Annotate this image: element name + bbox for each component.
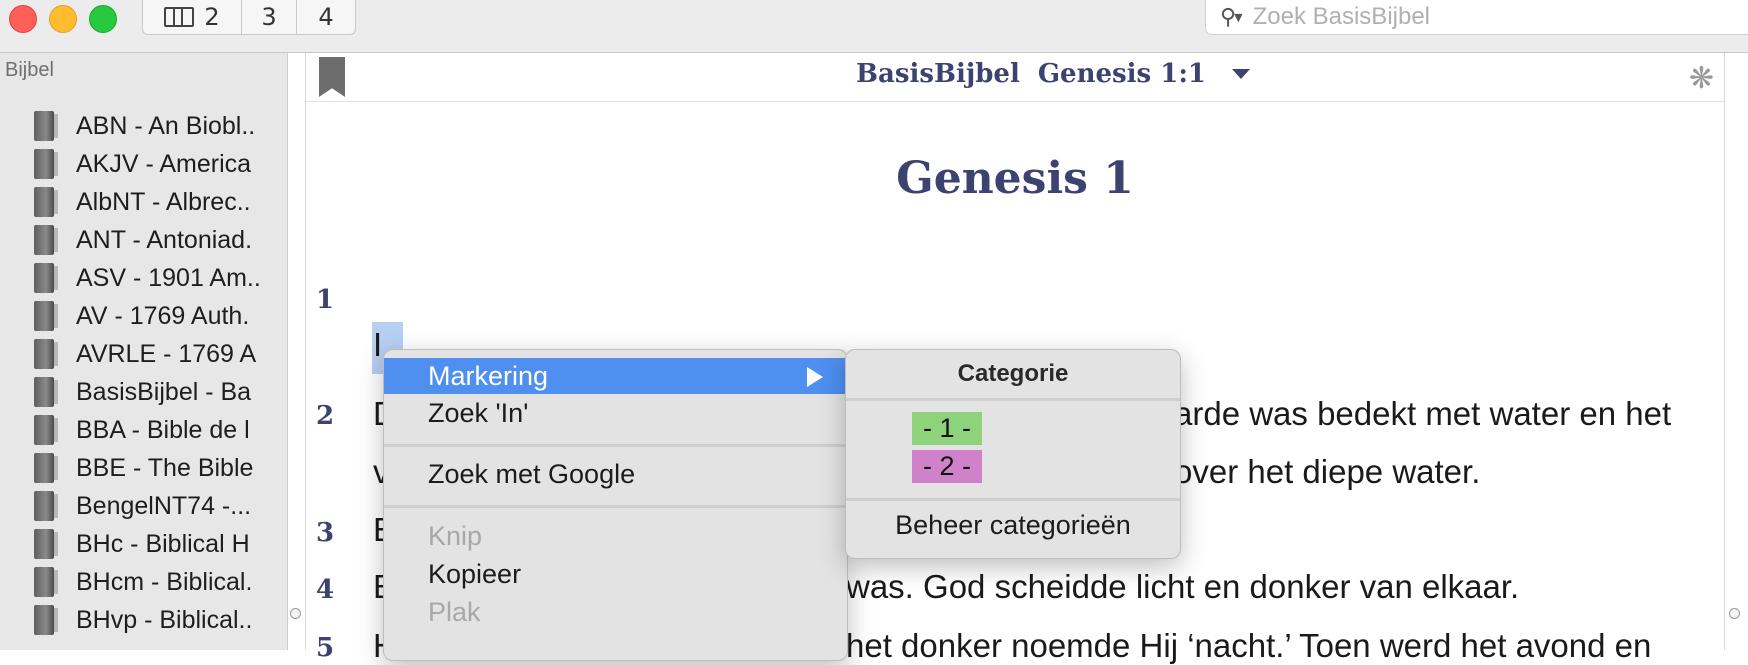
menu-item-label: Markering [428, 360, 549, 391]
menu-separator [384, 444, 847, 447]
module-label: AV - 1769 Auth. [76, 301, 250, 330]
submenu-header: Categorie [957, 360, 1069, 387]
menu-separator [384, 505, 847, 508]
pane-resize-handle[interactable] [1729, 608, 1740, 619]
module-label: AlbNT - Albrec.. [76, 187, 251, 216]
module-list: ABN - An Biobl.. AKJV - America AlbNT - … [0, 107, 270, 639]
book-icon [34, 225, 58, 255]
module-item[interactable]: BHc - Biblical H [0, 525, 270, 563]
verse-number: 1 [316, 285, 335, 315]
verse-text: was. God scheidde licht en donker van el… [846, 568, 1520, 605]
module-item[interactable]: AVRLE - 1769 A [0, 335, 270, 373]
menu-item-plak[interactable]: Plak [384, 594, 847, 630]
verse-number: 3 [316, 518, 335, 548]
book-icon [34, 453, 58, 483]
module-label: BHcm - Biblical. [76, 567, 253, 596]
book-icon [34, 377, 58, 407]
columns-icon [164, 7, 195, 27]
module-item[interactable]: BHcm - Biblical. [0, 563, 270, 601]
chevron-down-icon[interactable]: ▼ [1234, 11, 1242, 24]
loading-spinner-icon: ❋ [1688, 61, 1714, 96]
module-label: BBE - The Bible [76, 453, 254, 482]
module-item[interactable]: BBE - The Bible [0, 449, 270, 487]
module-item[interactable]: BasisBijbel - Ba [0, 373, 270, 411]
menu-item-kopieer[interactable]: Kopieer [384, 556, 847, 592]
title-bar: 2 3 4 ⚲ ▼ [0, 0, 1748, 53]
categorie-submenu: Categorie - 1 - - 2 - Beheer categorieën [845, 349, 1181, 559]
book-icon [34, 415, 58, 445]
two-columns-label: 2 [204, 3, 220, 31]
sidebar-header: Bijbel [5, 59, 54, 81]
book-icon [34, 149, 58, 179]
zoom-window-button[interactable] [89, 5, 117, 33]
module-item[interactable]: BengelNT74 -... [0, 487, 270, 525]
book-icon [34, 605, 58, 635]
menu-separator [846, 398, 1180, 401]
module-name: BasisBijbel [856, 59, 1020, 89]
column-count-selector: 2 3 4 [142, 0, 356, 35]
book-icon [34, 567, 58, 597]
module-label: BengelNT74 -... [76, 491, 252, 520]
close-window-button[interactable] [9, 5, 37, 33]
verse-number: 4 [316, 575, 335, 605]
minimize-window-button[interactable] [49, 5, 77, 33]
bookmark-icon[interactable] [319, 57, 345, 97]
reference-selector[interactable]: BasisBijbel Genesis 1:1 [856, 59, 1251, 89]
module-label: ABN - An Biobl.. [76, 111, 256, 140]
menu-item-zoek-google[interactable]: Zoek met Google [384, 456, 847, 492]
book-icon [34, 339, 58, 369]
manage-categories-item[interactable]: Beheer categorieën [846, 510, 1180, 541]
book-icon [34, 301, 58, 331]
verse-text: het donker noemde Hij ‘nacht.’ Toen werd… [846, 627, 1652, 664]
module-item[interactable]: ABN - An Biobl.. [0, 107, 270, 145]
verse-text: I [373, 326, 383, 363]
two-columns-button[interactable]: 2 [143, 0, 242, 34]
category-1-item[interactable]: - 1 - [912, 412, 982, 445]
sidebar: Bijbel ABN - An Biobl.. AKJV - America A… [0, 53, 288, 650]
book-icon [34, 111, 58, 141]
category-2-item[interactable]: - 2 - [912, 450, 982, 483]
chevron-down-icon [1232, 69, 1251, 79]
module-label: BasisBijbel - Ba [76, 377, 252, 406]
chapter-title: Genesis 1 [896, 153, 1134, 204]
module-label: ASV - 1901 Am.. [76, 263, 261, 292]
module-label: BHc - Biblical H [76, 529, 250, 558]
book-icon [34, 529, 58, 559]
module-item[interactable]: ASV - 1901 Am.. [0, 259, 270, 297]
search-input[interactable] [1252, 3, 1703, 31]
reference-label: Genesis 1:1 [1037, 59, 1207, 89]
verse-number: 2 [316, 401, 335, 431]
sidebar-resize-handle[interactable] [290, 608, 301, 619]
menu-separator [846, 498, 1180, 501]
verse-number: 5 [316, 633, 335, 663]
menu-item-knip[interactable]: Knip [384, 518, 847, 554]
four-columns-button[interactable]: 4 [297, 0, 355, 34]
pane-header: BasisBijbel Genesis 1:1 ❋ [306, 53, 1724, 102]
verse-text: over het diepe water. [1174, 453, 1481, 490]
module-label: ANT - Antoniad. [76, 225, 253, 254]
module-item[interactable]: AV - 1769 Auth. [0, 297, 270, 335]
module-item[interactable]: BBA - Bible de l [0, 411, 270, 449]
module-label: BHvp - Biblical.. [76, 605, 253, 634]
search-box: ⚲ ▼ [1205, 0, 1748, 35]
verse-text: arde was bedekt met water en het [1174, 395, 1672, 432]
three-columns-button[interactable]: 3 [242, 0, 297, 34]
module-item[interactable]: ANT - Antoniad. [0, 221, 270, 259]
submenu-arrow-icon [807, 367, 823, 387]
menu-item-zoek-in[interactable]: Zoek 'In' [384, 395, 847, 431]
module-label: AVRLE - 1769 A [76, 339, 257, 368]
module-item[interactable]: AKJV - America [0, 145, 270, 183]
book-icon [34, 187, 58, 217]
module-label: BBA - Bible de l [76, 415, 250, 444]
book-icon [34, 263, 58, 293]
menu-item-markering[interactable]: Markering [384, 358, 847, 394]
book-icon [34, 491, 58, 521]
module-label: AKJV - America [76, 149, 252, 178]
module-item[interactable]: AlbNT - Albrec.. [0, 183, 270, 221]
module-item[interactable]: BHvp - Biblical.. [0, 601, 270, 639]
context-menu: Markering Zoek 'In' Zoek met Google Knip… [383, 349, 848, 661]
